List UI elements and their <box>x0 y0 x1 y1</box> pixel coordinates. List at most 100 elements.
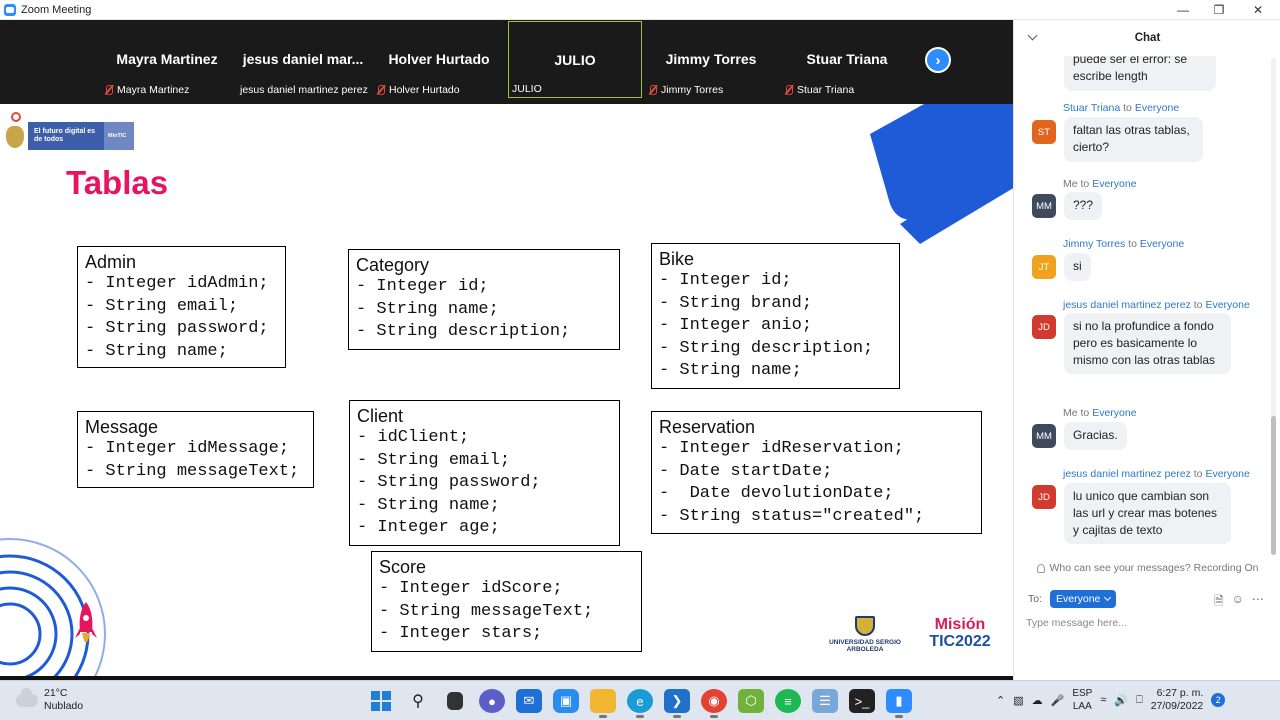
file-explorer-icon[interactable] <box>590 689 616 718</box>
class-name: Message <box>85 417 159 437</box>
mision-year: TIC2022 <box>929 633 991 650</box>
message-to-word: to <box>1123 102 1132 114</box>
weather-widget[interactable]: 21°C Nublado <box>16 687 83 713</box>
title-bar: Zoom Meeting — ❐ ✕ <box>0 0 1280 20</box>
to-label: To: <box>1028 593 1043 605</box>
message-target: Everyone <box>1134 102 1180 114</box>
onedrive-icon[interactable]: ☁ <box>1032 694 1043 707</box>
mail-icon[interactable]: ✉ <box>516 689 542 713</box>
start-button[interactable] <box>368 689 394 713</box>
task-view-icon[interactable] <box>447 692 463 710</box>
class-name: Reservation <box>659 417 756 437</box>
message-input[interactable] <box>1026 614 1266 632</box>
zoom-icon[interactable]: ▮ <box>886 689 912 718</box>
participant-label: JULIO <box>512 83 542 95</box>
recipient-row: To: Everyone <box>1028 590 1117 608</box>
message-header: jesus daniel martinez perez to Everyone <box>1063 468 1250 480</box>
recipient-dropdown[interactable]: Everyone <box>1050 590 1117 608</box>
university-name: UNIVERSIDAD SERGIO ARBOLEDA <box>829 639 901 653</box>
message-sender[interactable]: jesus daniel martinez perez <box>1063 468 1191 480</box>
message-target: Everyone <box>1205 468 1250 480</box>
emoji-icon[interactable]: ☺ <box>1232 592 1244 613</box>
chevron-up-icon[interactable]: ⌃ <box>996 694 1005 707</box>
terminal-icon[interactable]: >_ <box>849 689 875 713</box>
close-button[interactable]: ✕ <box>1238 0 1278 20</box>
class-field: - Integer idAdmin; <box>85 274 269 293</box>
message-target: Everyone <box>1092 407 1137 419</box>
participant-label-text: Holver Hurtado <box>389 84 460 96</box>
chat-message-list[interactable]: puede ser el error: se escribe length St… <box>1014 56 1272 548</box>
class-name: Score <box>379 557 427 577</box>
class-field: - String name; <box>659 361 802 381</box>
message-text: lu unico que cambian son las url y crear… <box>1064 483 1231 545</box>
class-field: - String email; <box>85 296 239 316</box>
class-field: - Date startDate; <box>659 461 833 481</box>
messaging-icon[interactable]: ▣ <box>553 689 579 713</box>
chat-toolbar: 🗎 ☺ ⋯ <box>1214 592 1264 613</box>
battery-icon[interactable]: ⎕ <box>1136 694 1143 707</box>
mintic-logo: El futuro digital es de todos MinTIC <box>28 122 134 150</box>
class-field: - Integer stars; <box>379 624 543 644</box>
chat-scrollbar-thumb[interactable] <box>1271 416 1276 555</box>
minimize-button[interactable]: — <box>1163 0 1203 20</box>
next-participants-button[interactable]: › <box>925 47 951 73</box>
participant-tile[interactable]: Jimmy Torres Jimmy Torres <box>644 21 778 98</box>
notepad-icon[interactable]: ☰ <box>812 689 838 713</box>
message-sender[interactable]: jesus daniel martinez perez <box>1063 299 1191 311</box>
zoom-window: Zoom Meeting — ❐ ✕ Mayra Martinez Mayra … <box>0 0 1280 720</box>
cloud-icon <box>16 687 38 707</box>
participant-label: Stuar Triana <box>784 84 854 96</box>
message-to-word: to <box>1080 407 1090 419</box>
avatar: JT <box>1032 255 1056 279</box>
message-sender[interactable]: Stuar Triana <box>1063 102 1120 114</box>
message-text: ??? <box>1064 192 1103 220</box>
participant-tile[interactable]: Mayra Martinez Mayra Martinez <box>100 21 234 98</box>
class-field: - Date devolutionDate; <box>659 484 894 504</box>
participant-name: jesus daniel mar... <box>242 51 364 67</box>
participant-strip: Mayra Martinez Mayra Martinez jesus dani… <box>0 20 1013 104</box>
language-indicator[interactable]: ESP LAA <box>1072 687 1092 713</box>
avatar: MM <box>1032 194 1056 218</box>
taskbar-apps: ⚲ ● ✉ ▣ e ❯ ◉ ⬡ ≡ ☰ >_ ▮ <box>368 689 912 718</box>
class-name: Category <box>356 255 430 275</box>
message-sender[interactable]: Jimmy Torres <box>1063 238 1125 250</box>
class-field: - String name; <box>85 341 228 361</box>
volume-icon[interactable]: 🔊 <box>1114 694 1128 707</box>
person-icon <box>1036 563 1045 573</box>
tray-app-icon[interactable]: ▧ <box>1013 694 1023 707</box>
participant-name: Stuar Triana <box>806 51 888 67</box>
windows-icon <box>371 691 391 711</box>
spotify-icon[interactable]: ≡ <box>775 689 801 713</box>
chrome-icon[interactable]: ◉ <box>701 689 727 718</box>
privacy-note[interactable]: Who can see your messages? Recording On <box>1014 559 1280 577</box>
maximize-button[interactable]: ❐ <box>1199 0 1239 20</box>
participant-tile-active-speaker[interactable]: JULIO JULIO <box>508 21 642 98</box>
file-icon[interactable]: 🗎 <box>1214 592 1224 613</box>
class-name: Admin <box>85 252 137 272</box>
message-header: Stuar Triana to Everyone <box>1063 102 1179 114</box>
nodejs-icon[interactable]: ⬡ <box>738 689 764 713</box>
class-field: - idClient; <box>357 428 470 447</box>
message-header: Me to Everyone <box>1063 407 1137 419</box>
chevron-down-icon[interactable] <box>1027 30 1038 41</box>
more-icon[interactable]: ⋯ <box>1252 592 1264 613</box>
message-text: si <box>1064 253 1091 281</box>
wifi-icon[interactable]: ≈ <box>1100 694 1106 706</box>
message-sender: Me <box>1063 178 1078 190</box>
clock-date: 27/09/2022 <box>1150 700 1204 712</box>
microphone-icon[interactable]: 🎤 <box>1051 694 1065 707</box>
message-target: Everyone <box>1092 178 1137 190</box>
participant-tile[interactable]: jesus daniel mar... jesus daniel martine… <box>236 21 370 98</box>
participant-tile[interactable]: Holver Hurtado Holver Hurtado <box>372 21 506 98</box>
edge-browser-icon[interactable]: e <box>627 689 653 718</box>
vscode-icon[interactable]: ❯ <box>664 689 690 718</box>
participant-tile[interactable]: Stuar Triana Stuar Triana <box>780 21 914 98</box>
class-field: - String password; <box>357 473 541 493</box>
teams-chat-icon[interactable]: ● <box>479 689 505 713</box>
clock[interactable]: 6:27 p. m. 27/09/2022 <box>1151 687 1204 713</box>
class-name: Client <box>357 406 404 426</box>
search-icon[interactable]: ⚲ <box>405 689 431 713</box>
class-field: - Integer idMessage; <box>85 439 290 458</box>
message-sender: Me <box>1063 407 1078 419</box>
notification-badge[interactable]: 2 <box>1211 693 1226 707</box>
